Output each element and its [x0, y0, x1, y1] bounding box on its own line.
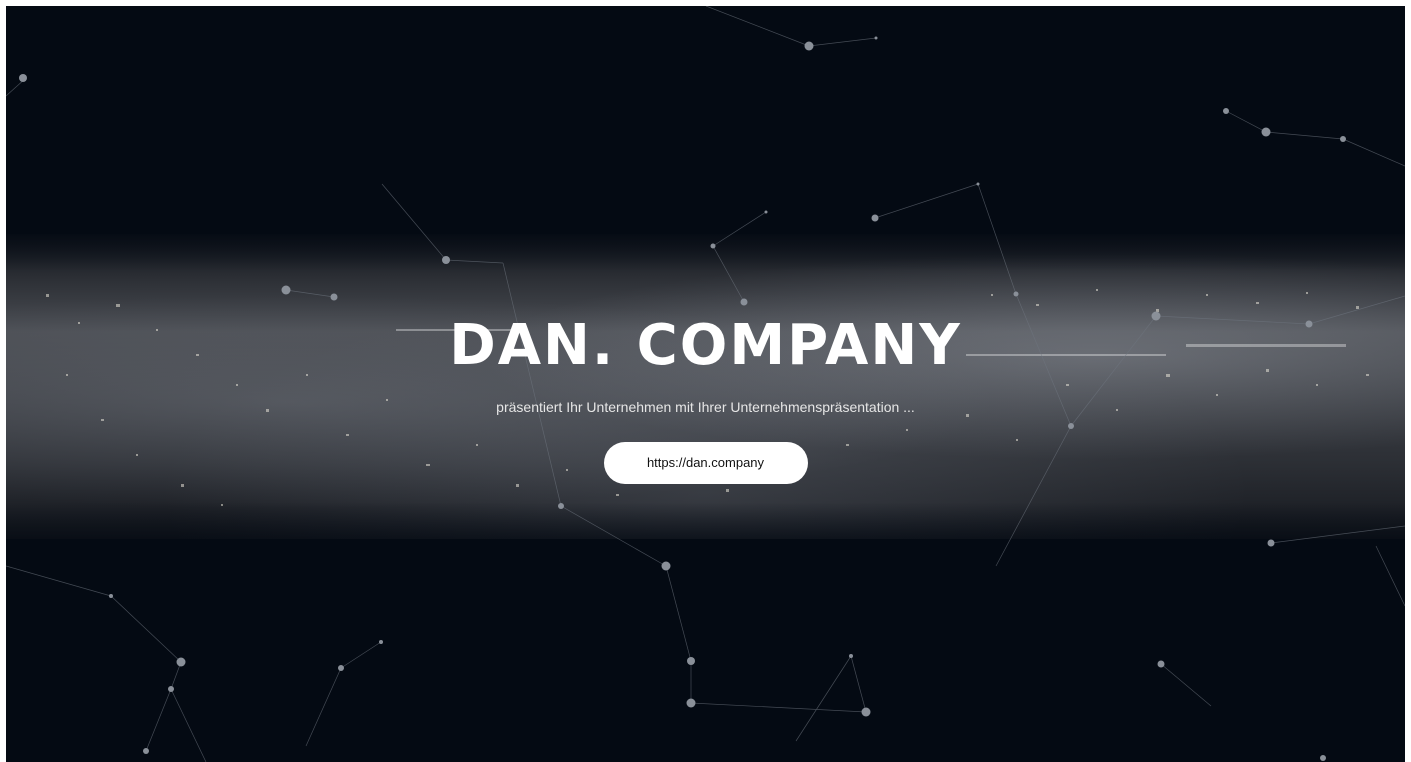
- company-title: DAN. COMPANY: [449, 313, 962, 378]
- hero-stage: DAN. COMPANY präsentiert Ihr Unternehmen…: [6, 6, 1405, 762]
- page-frame: DAN. COMPANY präsentiert Ihr Unternehmen…: [0, 0, 1411, 762]
- website-link-button[interactable]: https://dan.company: [603, 442, 808, 484]
- tagline: präsentiert Ihr Unternehmen mit Ihrer Un…: [496, 399, 915, 415]
- hero-content: DAN. COMPANY präsentiert Ihr Unternehmen…: [6, 314, 1405, 484]
